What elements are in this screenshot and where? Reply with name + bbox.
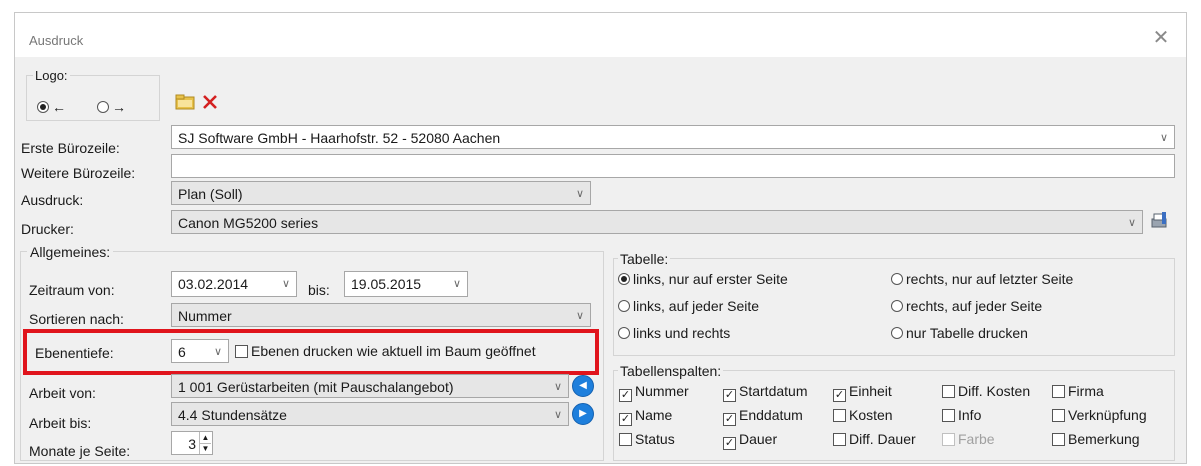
col-checkbox-nummer[interactable]: ✓ Nummer — [619, 383, 689, 402]
erste-buerozeile-combo[interactable]: SJ Software GmbH - Haarhofstr. 52 - 5208… — [171, 125, 1175, 149]
col-checkbox-verknuepfung[interactable]: Verknüpfung — [1052, 407, 1147, 423]
dialog-title: Ausdruck — [29, 33, 84, 48]
ausdruck-combo[interactable]: Plan (Soll) ∨ — [171, 181, 591, 205]
nav-left-icon[interactable]: ◀ — [572, 375, 594, 397]
col-checkbox-status[interactable]: Status — [619, 431, 675, 447]
weitere-buerozeile-label: Weitere Bürozeile: — [21, 165, 136, 181]
col-checkbox-bemerkung[interactable]: Bemerkung — [1052, 431, 1140, 447]
tabelle-option-4[interactable]: rechts, auf jeder Seite — [891, 298, 1042, 314]
tabellenspalten-title: Tabellenspalten: — [618, 363, 724, 379]
arbeit-von-label: Arbeit von: — [29, 385, 96, 401]
weitere-buerozeile-input[interactable] — [171, 154, 1175, 178]
spin-up-icon[interactable]: ▲ — [199, 432, 211, 443]
title-bar: Ausdruck ✕ — [15, 13, 1186, 57]
ausdruck-label: Ausdruck: — [21, 192, 84, 208]
chevron-down-icon: ∨ — [575, 310, 584, 322]
tabelle-title: Tabelle: — [618, 251, 671, 267]
col-checkbox-diff-dauer[interactable]: Diff. Dauer — [833, 431, 916, 447]
chevron-down-icon: ∨ — [553, 381, 562, 393]
ebenentiefe-label: Ebenentiefe: — [35, 345, 114, 361]
spin-down-icon[interactable]: ▼ — [199, 443, 211, 454]
delete-x-icon[interactable] — [199, 91, 221, 113]
arbeit-von-combo[interactable]: 1 001 Gerüstarbeiten (mit Pauschalangebo… — [171, 374, 569, 398]
zeitraum-von-combo[interactable]: 03.02.2014 ∨ — [171, 271, 297, 297]
logo-left-radio[interactable]: ← — [37, 99, 66, 115]
ebenentiefe-combo[interactable]: 6 ∨ — [171, 339, 229, 363]
chevron-down-icon: ∨ — [553, 409, 562, 421]
chevron-down-icon: ∨ — [1127, 217, 1136, 229]
folder-open-icon[interactable] — [174, 91, 196, 113]
chevron-down-icon: ∨ — [452, 278, 461, 290]
close-icon[interactable]: ✕ — [1150, 27, 1172, 49]
printer-settings-icon[interactable] — [1148, 210, 1170, 232]
col-checkbox-name[interactable]: ✓ Name — [619, 407, 672, 426]
chevron-down-icon: ∨ — [1159, 132, 1168, 144]
allgemeines-title: Allgemeines: — [27, 244, 114, 260]
col-checkbox-enddatum[interactable]: ✓ Enddatum — [723, 407, 803, 426]
tabelle-option-2[interactable]: rechts, nur auf letzter Seite — [891, 271, 1073, 287]
col-checkbox-info[interactable]: Info — [942, 407, 981, 423]
chevron-down-icon: ∨ — [575, 188, 584, 200]
col-checkbox-kosten[interactable]: Kosten — [833, 407, 893, 423]
drucker-combo[interactable]: Canon MG5200 series ∨ — [171, 210, 1143, 234]
chevron-down-icon: ∨ — [281, 278, 290, 290]
erste-buerozeile-label: Erste Bürozeile: — [21, 140, 120, 156]
sortieren-combo[interactable]: Nummer ∨ — [171, 303, 591, 327]
tabelle-option-5[interactable]: links und rechts — [618, 325, 730, 341]
tabelle-option-3[interactable]: links, auf jeder Seite — [618, 298, 759, 314]
zeitraum-label: Zeitraum von: — [29, 282, 115, 298]
logo-label: Logo: — [33, 68, 70, 83]
arbeit-bis-combo[interactable]: 4.4 Stundensätze ∨ — [171, 402, 569, 426]
zeitraum-bis-combo[interactable]: 19.05.2015 ∨ — [344, 271, 468, 297]
print-dialog: Ausdruck ✕ Logo: ← → Erste Bürozeile: SJ… — [14, 12, 1187, 464]
nav-right-icon[interactable]: ▶ — [572, 403, 594, 425]
col-checkbox-farbe[interactable]: Farbe — [942, 431, 995, 447]
logo-right-radio[interactable]: → — [97, 99, 126, 115]
ebenen-checkbox[interactable]: Ebenen drucken wie aktuell im Baum geöff… — [235, 343, 536, 359]
monate-label: Monate je Seite: — [29, 443, 131, 459]
drucker-label: Drucker: — [21, 221, 74, 237]
col-checkbox-firma[interactable]: Firma — [1052, 383, 1104, 399]
bis-label: bis: — [308, 282, 330, 298]
chevron-down-icon: ∨ — [213, 346, 222, 358]
arbeit-bis-label: Arbeit bis: — [29, 415, 92, 431]
tabelle-option-1[interactable]: links, nur auf erster Seite — [618, 271, 788, 287]
tabelle-option-6[interactable]: nur Tabelle drucken — [891, 325, 1028, 341]
col-checkbox-diff-kosten[interactable]: Diff. Kosten — [942, 383, 1030, 399]
monate-stepper[interactable]: 3 ▲ ▼ — [171, 431, 213, 455]
sortieren-label: Sortieren nach: — [29, 311, 124, 327]
col-checkbox-einheit[interactable]: ✓ Einheit — [833, 383, 892, 402]
col-checkbox-startdatum[interactable]: ✓ Startdatum — [723, 383, 807, 402]
col-checkbox-dauer[interactable]: ✓ Dauer — [723, 431, 777, 450]
